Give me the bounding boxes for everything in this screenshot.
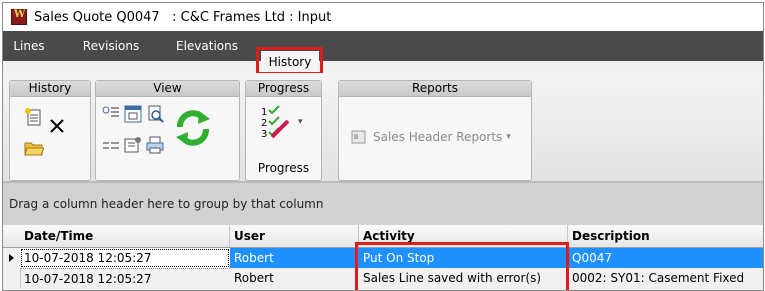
column-header-description[interactable]: Description (568, 225, 763, 247)
delete-icon[interactable] (48, 117, 66, 135)
ribbon-group-reports: Reports Sales Header Reports ▾ (338, 80, 532, 181)
properties-icon[interactable] (124, 136, 142, 154)
cell-datetime[interactable]: 10-07-2018 12:05:27 (20, 248, 230, 268)
cell-datetime[interactable]: 10-07-2018 12:05:27 (20, 268, 230, 288)
group-by-hint: Drag a column header here to group by th… (9, 197, 324, 211)
report-icon (351, 130, 366, 144)
group-label-history: History (10, 81, 90, 97)
checklist-icon: 1 2 3 (261, 105, 290, 140)
cell-description[interactable]: Q0047 (568, 248, 763, 268)
cell-description[interactable]: 0002: SY01: Casement Fixed (568, 268, 763, 288)
calendar-icon[interactable] (124, 105, 142, 123)
svg-text:1: 1 (261, 107, 267, 118)
open-folder-icon[interactable] (24, 139, 44, 157)
print-icon[interactable] (146, 136, 164, 154)
cell-user[interactable]: Robert (230, 268, 359, 288)
ribbon-group-history: History (9, 80, 91, 181)
refresh-icon[interactable] (172, 107, 214, 149)
svg-text:3: 3 (261, 129, 267, 140)
app-logo-icon (11, 9, 27, 25)
group-label-view: View (96, 81, 239, 97)
progress-button-label: Progress (257, 161, 310, 175)
tab-lines[interactable]: Lines (7, 31, 51, 61)
chevron-down-icon: ▾ (506, 132, 511, 142)
ribbon-group-view: View (95, 80, 240, 181)
group-by-panel[interactable]: Drag a column header here to group by th… (3, 182, 763, 225)
add-column-icon[interactable] (102, 105, 120, 121)
window-title: Sales Quote Q0047 : C&C Frames Ltd : Inp… (34, 9, 332, 25)
group-label-progress: Progress (246, 81, 321, 97)
cell-user[interactable]: Robert (230, 248, 359, 268)
sales-header-reports-button[interactable]: Sales Header Reports ▾ (351, 129, 511, 145)
svg-text:2: 2 (261, 118, 267, 129)
tab-elevations[interactable]: Elevations (165, 31, 249, 61)
application-window: Sales Quote Q0047 : C&C Frames Ltd : Inp… (2, 2, 764, 291)
ribbon-group-progress[interactable]: Progress 1 2 3 ▾ Progress (245, 80, 322, 181)
tab-history-annotation (256, 47, 323, 75)
new-note-icon[interactable] (24, 107, 44, 127)
column-header-datetime[interactable]: Date/Time (20, 225, 230, 247)
current-row-indicator (3, 248, 21, 268)
tab-revisions[interactable]: Revisions (73, 31, 149, 61)
menu-tab-strip: Lines Revisions Elevations (3, 31, 763, 61)
column-header-user[interactable]: User (230, 225, 359, 247)
activity-column-annotation (355, 242, 569, 290)
title-bar: Sales Quote Q0047 : C&C Frames Ltd : Inp… (3, 3, 763, 31)
ribbon: History View Progress 1 2 3 ▾ Progress R… (3, 73, 763, 182)
sales-header-reports-label: Sales Header Reports (373, 130, 503, 144)
row-indicator (3, 268, 21, 288)
print-preview-icon[interactable] (146, 105, 164, 123)
group-label-reports: Reports (339, 81, 531, 97)
list-icon[interactable] (102, 139, 120, 153)
chevron-down-icon[interactable]: ▾ (298, 117, 303, 127)
